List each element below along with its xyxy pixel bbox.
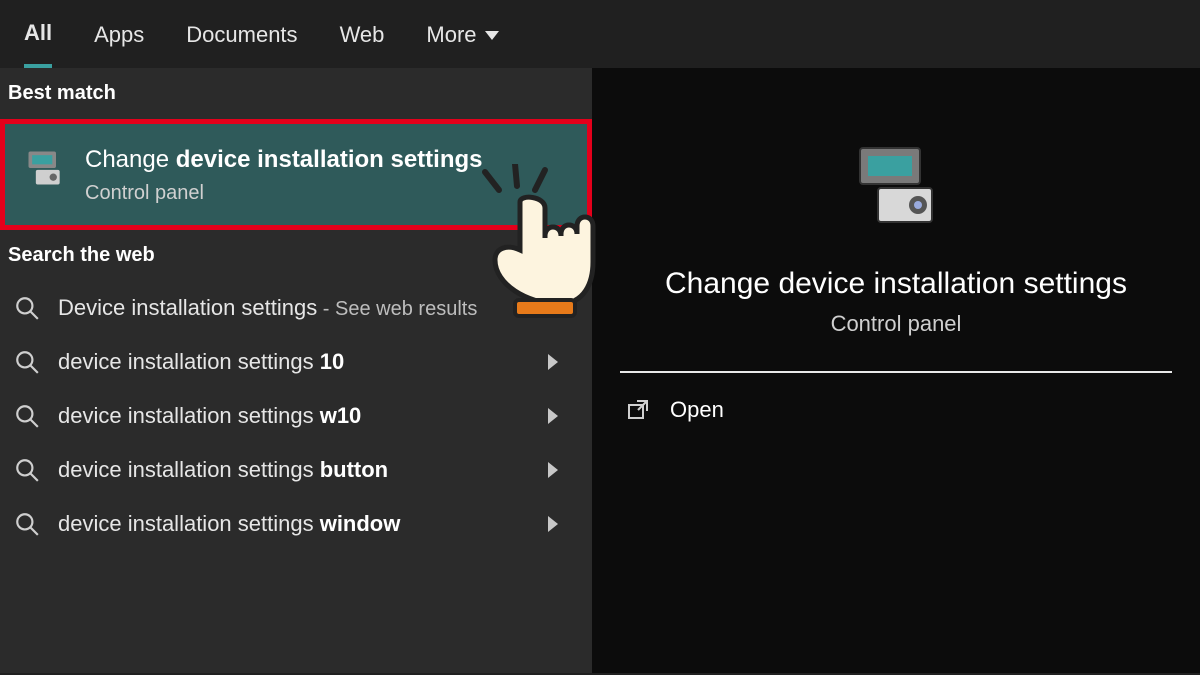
best-match-text: Change device installation settings Cont… — [85, 146, 483, 205]
web-result-text: device installation settings button — [58, 457, 530, 483]
search-tabs: All Apps Documents Web More — [0, 0, 1200, 68]
web-result-4[interactable]: device installation settings window — [0, 497, 592, 551]
open-icon — [626, 398, 650, 422]
results-panel: Best match Change device installation se… — [0, 68, 592, 673]
web-result-3[interactable]: device installation settings button — [0, 443, 592, 497]
web-result-text: Device installation settings - See web r… — [58, 295, 530, 321]
chevron-right-icon[interactable] — [548, 408, 558, 424]
chevron-right-icon[interactable] — [548, 462, 558, 478]
chevron-right-icon[interactable] — [548, 516, 558, 532]
tab-web[interactable]: Web — [340, 20, 385, 68]
best-match-title-prefix: Change — [85, 146, 176, 173]
search-icon — [14, 457, 40, 483]
tab-documents[interactable]: Documents — [186, 20, 297, 68]
search-icon — [14, 403, 40, 429]
tab-apps[interactable]: Apps — [94, 20, 144, 68]
web-result-1[interactable]: device installation settings 10 — [0, 335, 592, 389]
best-match-title: Change device installation settings — [85, 146, 483, 174]
open-action[interactable]: Open — [620, 397, 1172, 423]
web-result-text: device installation settings window — [58, 511, 530, 537]
open-label: Open — [670, 397, 724, 423]
tab-more-label: More — [426, 22, 476, 48]
tab-all[interactable]: All — [24, 20, 52, 68]
web-result-0[interactable]: Device installation settings - See web r… — [0, 281, 592, 335]
devices-printer-icon — [23, 146, 67, 190]
best-match-subtitle: Control panel — [85, 182, 483, 205]
devices-printer-icon — [848, 138, 944, 234]
best-match-result[interactable]: Change device installation settings Cont… — [0, 119, 592, 230]
preview-panel: Change device installation settings Cont… — [592, 68, 1200, 673]
tab-more[interactable]: More — [426, 20, 498, 68]
search-icon — [14, 511, 40, 537]
search-icon — [14, 349, 40, 375]
preview-title: Change device installation settings — [620, 267, 1172, 301]
best-match-label: Best match — [0, 68, 592, 119]
best-match-title-bold: device installation settings — [176, 146, 483, 173]
divider — [620, 371, 1172, 373]
web-result-text: device installation settings 10 — [58, 349, 530, 375]
search-web-label: Search the web — [0, 230, 592, 281]
chevron-right-icon[interactable] — [548, 354, 558, 370]
preview-subtitle: Control panel — [620, 311, 1172, 337]
web-result-text: device installation settings w10 — [58, 403, 530, 429]
chevron-down-icon — [485, 31, 499, 40]
search-icon — [14, 295, 40, 321]
web-result-2[interactable]: device installation settings w10 — [0, 389, 592, 443]
chevron-right-icon[interactable] — [548, 300, 558, 316]
